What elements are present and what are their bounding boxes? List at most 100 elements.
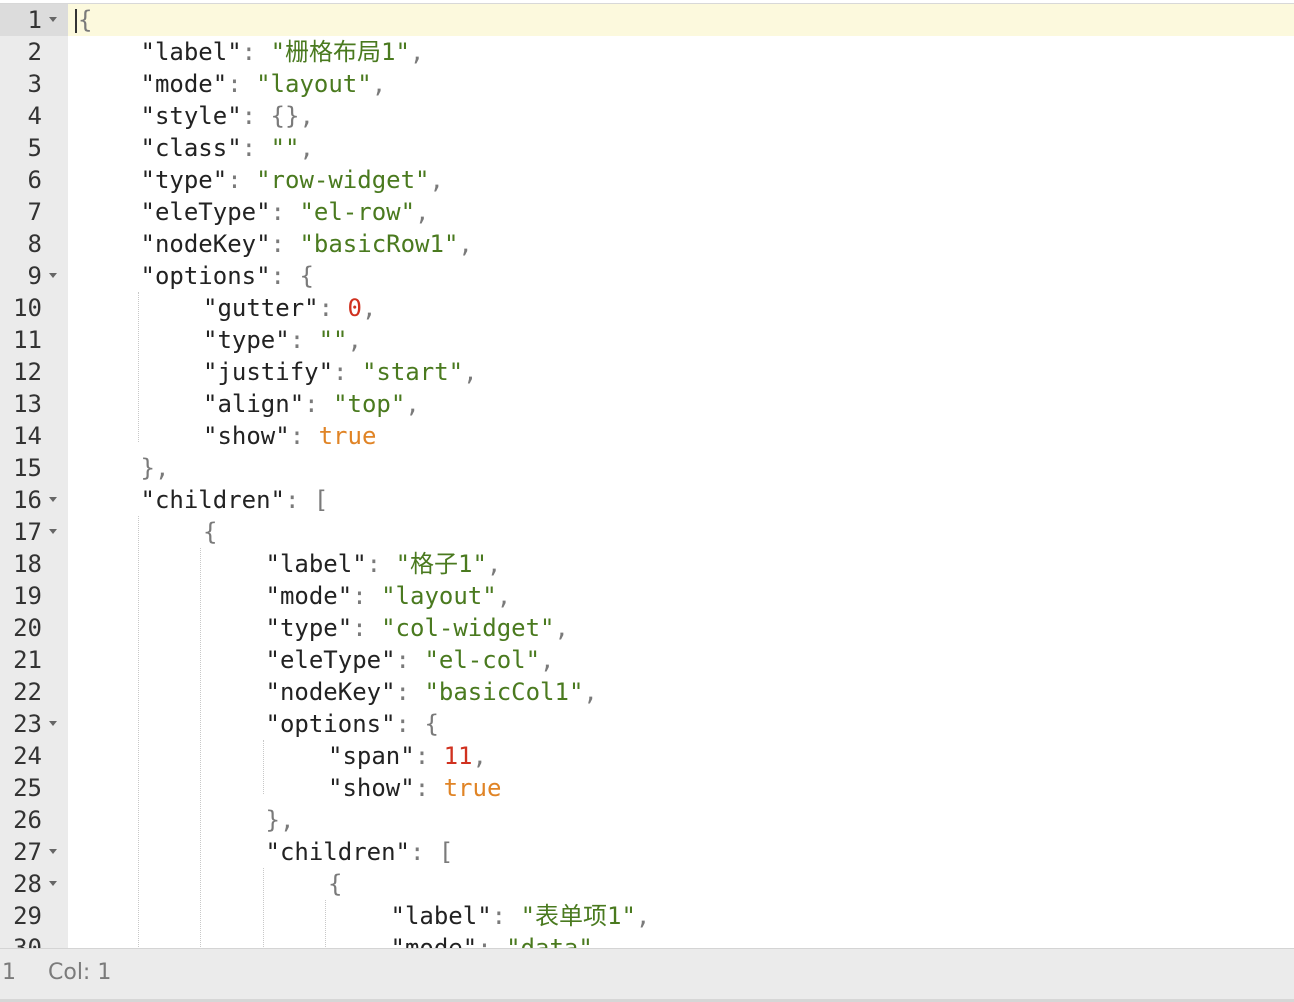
fold-toggle-icon[interactable] xyxy=(49,273,57,278)
fold-toggle-icon[interactable] xyxy=(49,497,57,502)
line-number: 2 xyxy=(27,38,42,66)
code-text: "eleType": "el-row", xyxy=(140,198,430,226)
code-text: "span": 11, xyxy=(328,742,487,770)
code-text: "eleType": "el-col", xyxy=(265,646,555,674)
code-line[interactable]: 14 "show": true xyxy=(0,420,1294,452)
code-text: "nodeKey": "basicRow1", xyxy=(140,230,473,258)
line-number: 20 xyxy=(13,614,42,642)
code-line[interactable]: 18 "label": "格子1", xyxy=(0,548,1294,580)
code-text: "gutter": 0, xyxy=(203,294,377,322)
line-number: 21 xyxy=(13,646,42,674)
code-line[interactable]: 27 "children": [ xyxy=(0,836,1294,868)
code-line[interactable]: 5 "class": "", xyxy=(0,132,1294,164)
line-number: 27 xyxy=(13,838,42,866)
code-line[interactable]: 2 "label": "栅格布局1", xyxy=(0,36,1294,68)
line-number: 11 xyxy=(13,326,42,354)
code-text: { xyxy=(78,6,93,34)
fold-toggle-icon[interactable] xyxy=(49,721,57,726)
line-number: 15 xyxy=(13,454,42,482)
code-line[interactable]: 1{ xyxy=(0,4,1294,36)
code-editor[interactable]: 1{2 "label": "栅格布局1", 3 "mode": "layout", 4 "… xyxy=(0,3,1294,949)
fold-toggle-icon[interactable] xyxy=(49,529,57,534)
code-line[interactable]: 12 "justify": "start", xyxy=(0,356,1294,388)
code-text: "children": [ xyxy=(265,838,454,866)
line-number: 17 xyxy=(13,518,42,546)
code-line[interactable]: 22 "nodeKey": "basicCol1", xyxy=(0,676,1294,708)
line-number: 28 xyxy=(13,870,42,898)
code-text: "justify": "start", xyxy=(203,358,478,386)
code-text: }, xyxy=(140,454,170,482)
line-number: 29 xyxy=(13,902,42,930)
code-text: "options": { xyxy=(140,262,314,290)
text-cursor xyxy=(75,9,77,33)
code-text: "label": "格子1", xyxy=(265,550,502,578)
line-number: 23 xyxy=(13,710,42,738)
code-line[interactable]: 3 "mode": "layout", xyxy=(0,68,1294,100)
code-text: "mode": "data", xyxy=(390,934,608,949)
line-number: 10 xyxy=(13,294,42,322)
code-line[interactable]: 24 "span": 11, xyxy=(0,740,1294,772)
status-bar: 1 Col: 1 xyxy=(0,948,1294,999)
line-number: 25 xyxy=(13,774,42,802)
code-line[interactable]: 15}, xyxy=(0,452,1294,484)
status-column: Col: 1 xyxy=(48,960,112,985)
code-text: { xyxy=(203,518,218,546)
line-number: 16 xyxy=(13,486,42,514)
code-line[interactable]: 20 "type": "col-widget", xyxy=(0,612,1294,644)
code-line[interactable]: 8 "nodeKey": "basicRow1", xyxy=(0,228,1294,260)
line-number: 8 xyxy=(27,230,42,258)
code-line[interactable]: 6 "type": "row-widget", xyxy=(0,164,1294,196)
code-text: "show": true xyxy=(328,774,502,802)
code-line[interactable]: 13 "align": "top", xyxy=(0,388,1294,420)
line-number: 3 xyxy=(27,70,42,98)
line-number: 19 xyxy=(13,582,42,610)
line-number: 13 xyxy=(13,390,42,418)
code-line[interactable]: 9 "options": { xyxy=(0,260,1294,292)
code-text: "type": "col-widget", xyxy=(265,614,569,642)
code-text: "type": "row-widget", xyxy=(140,166,444,194)
line-number: 4 xyxy=(27,102,42,130)
code-text: "style": {}, xyxy=(140,102,314,130)
code-line[interactable]: 19 "mode": "layout", xyxy=(0,580,1294,612)
line-number: 26 xyxy=(13,806,42,834)
status-line-number: 1 xyxy=(2,960,16,985)
line-number: 12 xyxy=(13,358,42,386)
code-text: "options": { xyxy=(265,710,439,738)
code-line[interactable]: 10 "gutter": 0, xyxy=(0,292,1294,324)
code-line[interactable]: 21 "eleType": "el-col", xyxy=(0,644,1294,676)
code-line[interactable]: 7 "eleType": "el-row", xyxy=(0,196,1294,228)
code-line[interactable]: 23 "options": { xyxy=(0,708,1294,740)
code-text: "nodeKey": "basicCol1", xyxy=(265,678,598,706)
code-text: "show": true xyxy=(203,422,377,450)
code-line[interactable]: 28 { xyxy=(0,868,1294,900)
line-number: 1 xyxy=(27,6,42,34)
line-number: 7 xyxy=(27,198,42,226)
code-text: }, xyxy=(265,806,295,834)
code-text: "align": "top", xyxy=(203,390,420,418)
code-line[interactable]: 4 "style": {}, xyxy=(0,100,1294,132)
code-text: "label": "表单项1", xyxy=(390,902,651,930)
line-number: 30 xyxy=(13,934,42,949)
fold-toggle-icon[interactable] xyxy=(49,17,57,22)
code-text: { xyxy=(328,870,343,898)
code-line[interactable]: 26}, xyxy=(0,804,1294,836)
code-line[interactable]: 17 { xyxy=(0,516,1294,548)
code-text: "class": "", xyxy=(140,134,314,162)
code-line[interactable]: 29 "label": "表单项1", xyxy=(0,900,1294,932)
code-text: "mode": "layout", xyxy=(265,582,512,610)
line-number: 24 xyxy=(13,742,42,770)
fold-toggle-icon[interactable] xyxy=(49,849,57,854)
line-number: 5 xyxy=(27,134,42,162)
code-line[interactable]: 25 "show": true xyxy=(0,772,1294,804)
line-number: 14 xyxy=(13,422,42,450)
line-number: 22 xyxy=(13,678,42,706)
code-text: "label": "栅格布局1", xyxy=(140,38,425,66)
line-number: 18 xyxy=(13,550,42,578)
code-line[interactable]: 30 "mode": "data", xyxy=(0,932,1294,949)
code-line[interactable]: 16 "children": [ xyxy=(0,484,1294,516)
code-text: "children": [ xyxy=(140,486,329,514)
code-text: "mode": "layout", xyxy=(140,70,387,98)
line-number: 6 xyxy=(27,166,42,194)
fold-toggle-icon[interactable] xyxy=(49,881,57,886)
code-line[interactable]: 11 "type": "", xyxy=(0,324,1294,356)
